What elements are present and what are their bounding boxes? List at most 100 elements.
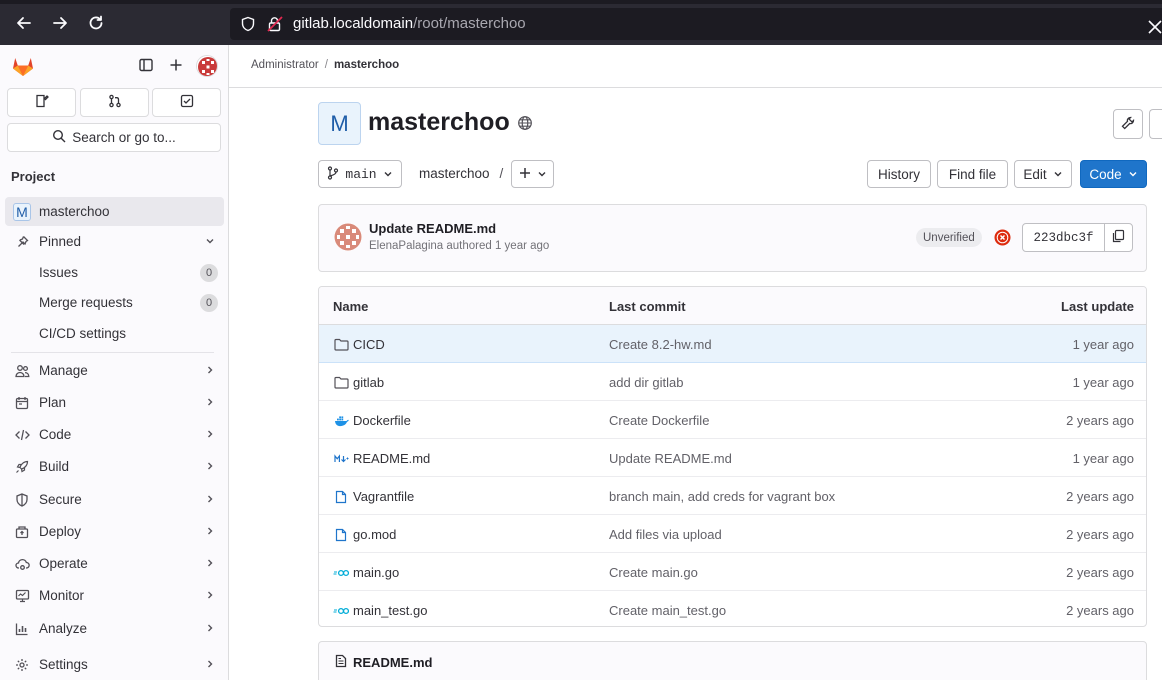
chevron-right-icon [204, 557, 216, 572]
table-row[interactable]: README.md Update README.md 1 year ago [319, 439, 1146, 477]
pipeline-failed-icon[interactable] [994, 229, 1011, 249]
file-name-link[interactable]: Dockerfile [353, 413, 411, 428]
folder-icon [333, 376, 349, 389]
code-dropdown-button[interactable]: Code [1080, 160, 1147, 188]
file-icon [333, 528, 349, 542]
search-button[interactable]: Search or go to... [7, 123, 221, 152]
sidebar-item-label: Build [39, 459, 70, 474]
commit-sha-group: 223dbc3f [1022, 223, 1133, 252]
commit-sha-link[interactable]: 223dbc3f [1023, 224, 1105, 251]
project-avatar-icon: M [12, 202, 32, 221]
repo-root-link[interactable]: masterchoo [419, 166, 490, 181]
table-row[interactable]: gitlab add dir gitlab 1 year ago [319, 363, 1146, 401]
sidebar-item-build[interactable]: Build [5, 452, 224, 481]
file-name-link[interactable]: gitlab [353, 375, 384, 390]
sidebar-item-cicd-settings[interactable]: CI/CD settings [5, 319, 224, 348]
commit-title-link[interactable]: Update README.md [369, 221, 496, 236]
file-name-link[interactable]: main_test.go [353, 603, 427, 618]
insecure-lock-icon[interactable] [266, 15, 284, 36]
file-commit-link[interactable]: Create Dockerfile [609, 413, 709, 428]
file-updated-time: 2 years ago [1066, 565, 1134, 580]
sidebar-item-deploy[interactable]: Deploy [5, 517, 224, 546]
todos-button[interactable] [152, 88, 221, 117]
chevron-right-icon [204, 396, 216, 411]
find-file-button[interactable]: Find file [937, 160, 1008, 188]
assigned-issues-button[interactable] [7, 88, 76, 117]
sidebar-item-label: Manage [39, 363, 88, 378]
file-name-link[interactable]: main.go [353, 565, 399, 580]
edit-dropdown-button[interactable]: Edit [1014, 160, 1072, 188]
sidebar-item-code[interactable]: Code [5, 420, 224, 449]
table-row[interactable]: Dockerfile Create Dockerfile 2 years ago [319, 401, 1146, 439]
commit-author-avatar[interactable] [334, 223, 362, 251]
readme-title-link[interactable]: README.md [353, 655, 432, 670]
column-header-last-commit: Last commit [609, 299, 686, 314]
sidebar-item-issues[interactable]: Issues 0 [5, 258, 224, 287]
url-bar[interactable]: gitlab.localdomain/root/masterchoo [230, 8, 1162, 40]
search-label: Search or go to... [72, 130, 176, 145]
file-commit-link[interactable]: Create main_test.go [609, 603, 726, 618]
chevron-right-icon [204, 428, 216, 443]
table-row[interactable]: go.mod Add files via upload 2 years ago [319, 515, 1146, 553]
sidebar-item-secure[interactable]: Secure [5, 485, 224, 514]
table-row[interactable]: main_test.go Create main_test.go 2 years… [319, 591, 1146, 626]
sidebar-item-settings[interactable]: Settings [5, 650, 224, 679]
create-new-icon[interactable] [168, 57, 186, 75]
sidebar-item-merge-requests[interactable]: Merge requests 0 [5, 288, 224, 317]
file-commit-link[interactable]: branch main, add creds for vagrant box [609, 489, 835, 504]
reload-icon[interactable] [85, 12, 107, 34]
file-commit-link[interactable]: add dir gitlab [609, 375, 683, 390]
commit-author-link[interactable]: ElenaPalagina [369, 240, 443, 252]
sidebar-item-pinned[interactable]: Pinned [5, 227, 224, 256]
file-name-link[interactable]: Vagrantfile [353, 489, 414, 504]
forward-icon[interactable] [49, 12, 71, 34]
file-updated-time: 2 years ago [1066, 527, 1134, 542]
sidebar-item-manage[interactable]: Manage [5, 356, 224, 385]
thumbtack-icon [12, 235, 32, 249]
add-to-tree-button[interactable] [511, 160, 554, 188]
file-commit-link[interactable]: Create 8.2-hw.md [609, 337, 712, 352]
gitlab-logo-icon[interactable] [11, 55, 35, 80]
breadcrumb: Administrator / masterchoo [229, 45, 1162, 88]
sidebar-item-monitor[interactable]: Monitor [5, 581, 224, 610]
markdown-icon [333, 453, 349, 464]
sidebar-item-analyze[interactable]: Analyze [5, 614, 224, 643]
repo-path-breadcrumb: masterchoo / [419, 166, 503, 181]
plus-icon [519, 167, 531, 182]
admin-settings-button[interactable] [1113, 109, 1143, 139]
sidebar-item-project[interactable]: M masterchoo [5, 197, 224, 226]
chevron-down-icon [537, 167, 547, 182]
merge-request-icon [108, 94, 122, 111]
merge-requests-button[interactable] [80, 88, 149, 117]
file-name-link[interactable]: go.mod [353, 527, 396, 542]
file-name-link[interactable]: README.md [353, 451, 430, 466]
sidebar-item-operate[interactable]: Operate [5, 549, 224, 578]
file-updated-time: 1 year ago [1072, 375, 1134, 390]
branch-icon [327, 165, 339, 183]
table-row[interactable]: CICD Create 8.2-hw.md 1 year ago [319, 325, 1146, 363]
file-commit-link[interactable]: Add files via upload [609, 527, 722, 542]
breadcrumb-current-link[interactable]: masterchoo [334, 59, 399, 71]
tracking-shield-icon[interactable] [240, 16, 256, 35]
table-row[interactable]: Vagrantfile branch main, add creds for v… [319, 477, 1146, 515]
back-icon[interactable] [13, 12, 35, 34]
shield-icon [12, 492, 32, 507]
copy-sha-button[interactable] [1105, 224, 1132, 251]
file-updated-time: 2 years ago [1066, 489, 1134, 504]
branch-selector[interactable]: main [318, 160, 402, 188]
more-actions-button[interactable] [1149, 109, 1162, 139]
file-commit-link[interactable]: Update README.md [609, 451, 732, 466]
reader-icon[interactable] [1148, 20, 1162, 37]
user-avatar[interactable] [196, 55, 218, 77]
breadcrumb-parent-link[interactable]: Administrator [251, 59, 319, 71]
file-commit-link[interactable]: Create main.go [609, 565, 698, 580]
chevron-right-icon [204, 460, 216, 475]
chevron-right-icon [204, 364, 216, 379]
sidebar-toggle-icon[interactable] [138, 57, 156, 75]
file-name-link[interactable]: CICD [353, 337, 385, 352]
history-button[interactable]: History [867, 160, 931, 188]
sidebar-item-plan[interactable]: Plan [5, 388, 224, 417]
table-row[interactable]: main.go Create main.go 2 years ago [319, 553, 1146, 591]
signature-badge[interactable]: Unverified [916, 228, 982, 247]
chevron-down-icon [383, 167, 393, 182]
